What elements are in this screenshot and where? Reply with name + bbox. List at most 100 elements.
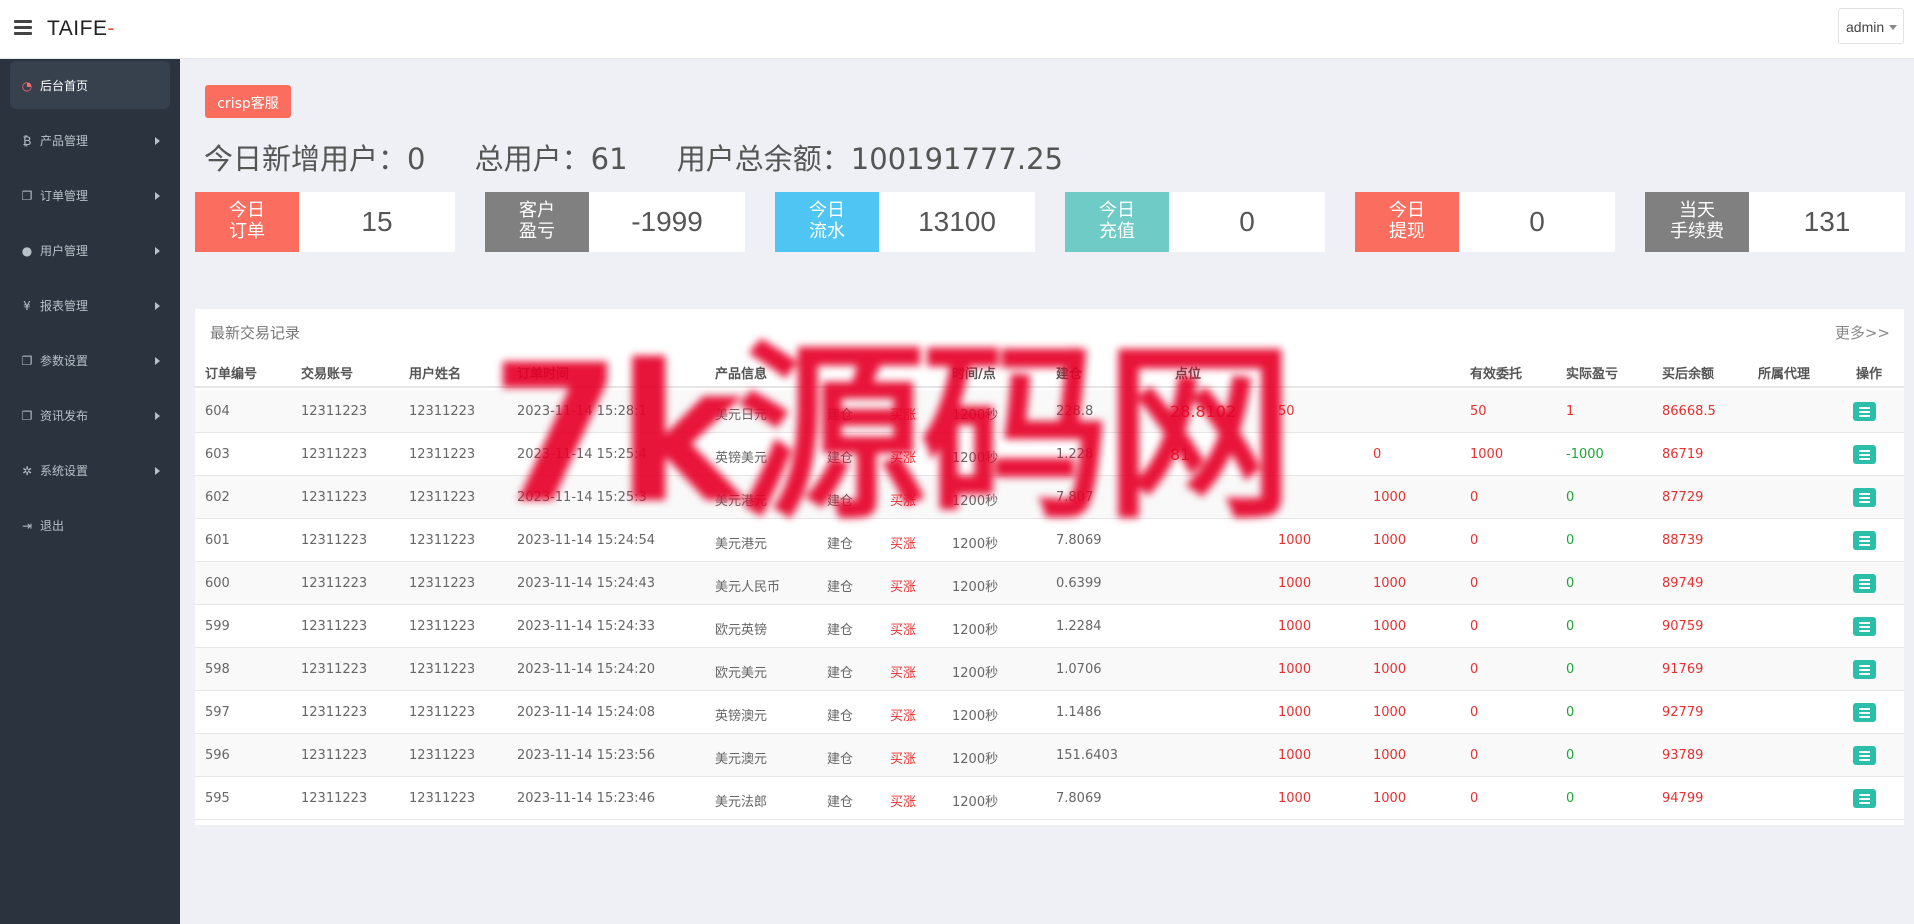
list-icon-bar xyxy=(1859,450,1870,452)
table-cell: 12311223 xyxy=(301,404,368,419)
list-icon-bar xyxy=(1859,626,1870,628)
brand-logo[interactable]: TAIFE- xyxy=(47,17,115,41)
table-cell: 7.8069 xyxy=(1056,533,1102,548)
sidebar-item-label: 资讯发布 xyxy=(40,409,89,423)
table-cell: 买涨 xyxy=(890,408,917,423)
column-header: 时间/点 xyxy=(952,367,996,382)
sidebar-item-8[interactable]: ⇥ 退出 xyxy=(10,501,170,549)
table-cell: 英镑美元 xyxy=(715,451,768,466)
table-row: 598 12311223 12311223 2023-11-14 15:24:20 欧元… xyxy=(195,648,1904,691)
list-icon-bar xyxy=(1859,454,1870,456)
sidebar-item-label: 订单管理 xyxy=(40,189,89,203)
list-icon-bar xyxy=(1859,751,1870,753)
table-cell: 1200秒 xyxy=(952,537,999,552)
table-cell: 1200秒 xyxy=(952,580,999,595)
caret-right-icon xyxy=(155,247,160,255)
row-detail-button[interactable] xyxy=(1853,703,1876,722)
sidebar-item-0[interactable]: ◔ 后台首页 xyxy=(10,61,170,109)
sidebar-item-3[interactable]: ● 用户管理 xyxy=(10,226,170,274)
list-icon-bar xyxy=(1859,622,1870,624)
sidebar-item-4[interactable]: ¥ 报表管理 xyxy=(10,281,170,329)
sign-out-icon: ⇥ xyxy=(21,519,33,533)
table-cell: 买涨 xyxy=(890,752,917,767)
stat-value: -1999 xyxy=(631,206,703,237)
table-cell: 2023-11-14 15:28:1 xyxy=(517,404,647,419)
table-cell: 美元港元 xyxy=(715,537,768,552)
list-icon-bar xyxy=(1859,415,1870,417)
table-cell: 81 xyxy=(1170,445,1191,464)
table-cell: 买涨 xyxy=(890,623,917,638)
row-detail-button[interactable] xyxy=(1853,574,1876,593)
table-cell: 1000 xyxy=(1373,533,1407,548)
sidebar-item-6[interactable]: ❐ 资讯发布 xyxy=(10,391,170,439)
table-cell: 0 xyxy=(1566,662,1575,677)
table-cell: 美元澳元 xyxy=(715,752,768,767)
column-header: 订单编号 xyxy=(205,367,258,382)
list-icon-bar xyxy=(1859,587,1870,589)
table-cell: 28.8102 xyxy=(1170,402,1237,421)
caret-right-icon xyxy=(155,137,160,145)
table-cell: 美元法郎 xyxy=(715,795,768,810)
more-link[interactable]: 更多>> xyxy=(1835,322,1890,343)
row-detail-button[interactable] xyxy=(1853,660,1876,679)
table-cell: 12311223 xyxy=(301,490,368,505)
table-cell: 2023-11-14 15:24:08 xyxy=(517,705,656,720)
row-detail-button[interactable] xyxy=(1853,488,1876,507)
sidebar-item-5[interactable]: ❐ 参数设置 xyxy=(10,336,170,384)
top-header: TAIFE- admin xyxy=(0,0,1914,59)
brand-name: TAIFE xyxy=(47,17,108,40)
list-icon-bar xyxy=(1859,630,1870,632)
new-users-summary: 今日新增用户：0 xyxy=(204,142,426,176)
row-detail-button[interactable] xyxy=(1853,617,1876,636)
table-cell: 买涨 xyxy=(890,580,917,595)
row-detail-button[interactable] xyxy=(1853,531,1876,550)
table-cell: 0 xyxy=(1470,748,1479,763)
row-detail-button[interactable] xyxy=(1853,402,1876,421)
sidebar: ◔ 后台首页 ₿ 产品管理 ❐ 订单管理 ● 用户管理 ¥ 报表管理 ❐ 参数设置 ❐ 资讯发布 ✲ 系统设置… xyxy=(0,59,180,924)
table-cell: 0 xyxy=(1470,533,1479,548)
sidebar-item-1[interactable]: ₿ 产品管理 xyxy=(10,116,170,164)
table-cell: 1000 xyxy=(1278,748,1312,763)
stat-value: 131 xyxy=(1803,206,1851,237)
table-cell: 买涨 xyxy=(890,451,917,466)
stat-card: 今日 充值 0 xyxy=(1065,192,1325,252)
column-header: 所属代理 xyxy=(1758,367,1811,382)
sidebar-item-7[interactable]: ✲ 系统设置 xyxy=(10,446,170,494)
table-cell: 1 xyxy=(1566,404,1575,419)
list-icon-bar xyxy=(1859,411,1870,413)
table-cell: 建仓 xyxy=(827,709,854,724)
table-cell: 1000 xyxy=(1278,619,1312,634)
menu-toggle-icon[interactable] xyxy=(14,20,32,36)
list-icon-bar xyxy=(1859,458,1870,460)
user-dropdown[interactable]: admin xyxy=(1838,8,1904,44)
list-icon-bar xyxy=(1859,708,1870,710)
table-cell: 93789 xyxy=(1662,748,1704,763)
table-cell: 12311223 xyxy=(409,576,476,591)
table-cell: 买涨 xyxy=(890,494,917,509)
table-cell: 600 xyxy=(205,576,230,591)
stat-card: 今日 提现 0 xyxy=(1355,192,1615,252)
table-row: 603 12311223 12311223 2023-11-14 15:25:4 英镑美… xyxy=(195,433,1904,476)
table-cell: 欧元英镑 xyxy=(715,623,768,638)
sidebar-item-label: 报表管理 xyxy=(40,299,89,313)
row-detail-button[interactable] xyxy=(1853,445,1876,464)
crisp-support-button[interactable]: crisp客服 xyxy=(205,85,291,118)
dashboard-icon: ◔ xyxy=(21,79,33,93)
table-cell: 1000 xyxy=(1278,662,1312,677)
list-icon-bar xyxy=(1859,501,1870,503)
table-cell: 美元人民币 xyxy=(715,580,781,595)
yen-icon: ¥ xyxy=(23,299,31,313)
stat-label: 今日 充值 xyxy=(1065,192,1169,252)
caret-right-icon xyxy=(155,357,160,365)
table-cell: 12311223 xyxy=(409,447,476,462)
row-detail-button[interactable] xyxy=(1853,746,1876,765)
table-cell: 1000 xyxy=(1373,619,1407,634)
stat-value: 0 xyxy=(1239,206,1255,237)
table-cell: 0 xyxy=(1566,533,1575,548)
sidebar-item-2[interactable]: ❐ 订单管理 xyxy=(10,171,170,219)
table-cell: 12311223 xyxy=(301,533,368,548)
brand-suffix: - xyxy=(107,17,115,40)
list-icon-bar xyxy=(1859,665,1870,667)
row-detail-button[interactable] xyxy=(1853,789,1876,808)
table-cell: 美元港元 xyxy=(715,494,768,509)
